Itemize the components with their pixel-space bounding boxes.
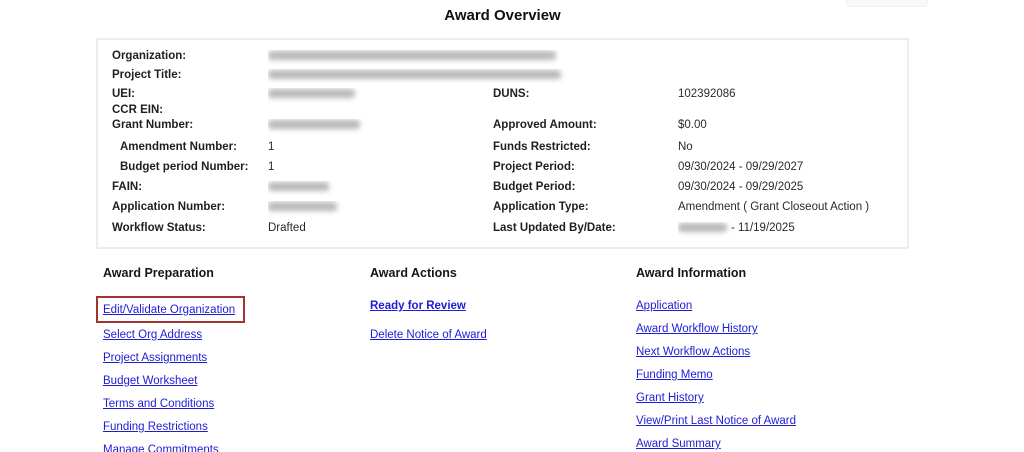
field-value-grant-number: [268, 119, 493, 141]
field-value-uei: [268, 88, 493, 104]
field-label-project-title: Project Title:: [112, 69, 268, 88]
field-label-budget-period: Budget Period:: [493, 181, 678, 201]
link-row: Project Assignments: [103, 348, 245, 366]
link-row: Award Workflow History: [636, 319, 796, 337]
field-value-last-updated: - 11/19/2025: [678, 222, 893, 242]
link-row: Ready for Review: [370, 296, 487, 314]
award-overview-panel: Organization: Project Title: UEI: DUNS: …: [96, 38, 909, 249]
link-row: Next Workflow Actions: [636, 342, 796, 360]
field-value-approved-amount: $0.00: [678, 119, 893, 141]
field-label-budget-period-number: Budget period Number:: [112, 161, 268, 181]
section-award-actions: Award Actions Ready for Review Delete No…: [370, 266, 487, 354]
field-label-ccr-ein: CCR EIN:: [112, 104, 268, 119]
link-manage-commitments[interactable]: Manage Commitments: [103, 444, 219, 452]
section-heading-award-preparation: Award Preparation: [103, 266, 245, 280]
field-value-ccr-ein: [268, 104, 493, 119]
link-project-assignments[interactable]: Project Assignments: [103, 352, 207, 364]
link-edit-validate-organization[interactable]: Edit/Validate Organization: [103, 304, 235, 316]
section-award-information: Award Information Application Award Work…: [636, 266, 796, 452]
field-label-workflow-status: Workflow Status:: [112, 222, 268, 242]
section-heading-award-information: Award Information: [636, 266, 796, 280]
field-value-duns: 102392086: [678, 88, 893, 104]
link-row: Application: [636, 296, 796, 314]
highlight-box-annotation: Edit/Validate Organization: [96, 296, 245, 323]
link-row: Manage Commitments: [103, 440, 245, 452]
link-budget-worksheet[interactable]: Budget Worksheet: [103, 375, 197, 387]
field-label-application-number: Application Number:: [112, 201, 268, 222]
field-value-budget-period-number: 1: [268, 161, 493, 181]
link-row: View/Print Last Notice of Award: [636, 411, 796, 429]
field-label-uei: UEI:: [112, 88, 268, 104]
field-label-funds-restricted: Funds Restricted:: [493, 141, 678, 161]
link-row: Select Org Address: [103, 325, 245, 343]
link-funding-memo[interactable]: Funding Memo: [636, 369, 713, 381]
link-row: Delete Notice of Award: [370, 325, 487, 343]
field-label-fain: FAIN:: [112, 181, 268, 201]
link-award-summary[interactable]: Award Summary: [636, 438, 721, 450]
field-value-amendment-number: 1: [268, 141, 493, 161]
award-overview-page: Award Overview Organization: Project Tit…: [0, 0, 1024, 452]
field-value-funds-restricted: No: [678, 141, 893, 161]
link-award-workflow-history[interactable]: Award Workflow History: [636, 323, 758, 335]
redacted-value: [678, 223, 727, 232]
field-label-organization: Organization:: [112, 50, 268, 69]
field-value-fain: [268, 181, 493, 201]
field-label-grant-number: Grant Number:: [112, 119, 268, 141]
field-value-application-type: Amendment ( Grant Closeout Action ): [678, 201, 893, 222]
link-row: Award Summary: [636, 434, 796, 452]
link-funding-restrictions[interactable]: Funding Restrictions: [103, 421, 208, 433]
link-select-org-address[interactable]: Select Org Address: [103, 329, 202, 341]
field-value-project-title: [268, 69, 893, 88]
link-row: Terms and Conditions: [103, 394, 245, 412]
cropped-button-remnant: [846, 0, 928, 7]
redacted-value: [268, 202, 337, 211]
link-row: Grant History: [636, 388, 796, 406]
field-label-project-period: Project Period:: [493, 161, 678, 181]
award-details-grid: Organization: Project Title: UEI: DUNS: …: [112, 50, 893, 242]
link-application[interactable]: Application: [636, 300, 692, 312]
field-label-approved-amount: Approved Amount:: [493, 119, 678, 141]
redacted-value: [268, 182, 329, 191]
field-label-application-type: Application Type:: [493, 201, 678, 222]
link-delete-notice-of-award[interactable]: Delete Notice of Award: [370, 329, 487, 341]
link-row: Funding Memo: [636, 365, 796, 383]
link-ready-for-review[interactable]: Ready for Review: [370, 300, 466, 312]
link-terms-and-conditions[interactable]: Terms and Conditions: [103, 398, 214, 410]
link-grant-history[interactable]: Grant History: [636, 392, 704, 404]
link-view-print-last-notice-of-award[interactable]: View/Print Last Notice of Award: [636, 415, 796, 427]
redacted-value: [268, 70, 561, 79]
link-row: Edit/Validate Organization: [103, 296, 245, 323]
link-row: Budget Worksheet: [103, 371, 245, 389]
link-next-workflow-actions[interactable]: Next Workflow Actions: [636, 346, 750, 358]
redacted-value: [268, 120, 360, 129]
page-title: Award Overview: [96, 7, 909, 24]
section-heading-award-actions: Award Actions: [370, 266, 487, 280]
field-label-amendment-number: Amendment Number:: [112, 141, 268, 161]
redacted-value: [268, 51, 556, 60]
field-label-duns: DUNS:: [493, 88, 678, 104]
field-value-project-period: 09/30/2024 - 09/29/2027: [678, 161, 893, 181]
field-value-workflow-status: Drafted: [268, 222, 493, 242]
field-label-last-updated: Last Updated By/Date:: [493, 222, 678, 242]
field-value-application-number: [268, 201, 493, 222]
section-award-preparation: Award Preparation Edit/Validate Organiza…: [103, 266, 245, 452]
field-value-budget-period: 09/30/2024 - 09/29/2025: [678, 181, 893, 201]
last-updated-date: - 11/19/2025: [731, 222, 795, 234]
field-value-organization: [268, 50, 893, 69]
link-row: Funding Restrictions: [103, 417, 245, 435]
redacted-value: [268, 89, 355, 98]
